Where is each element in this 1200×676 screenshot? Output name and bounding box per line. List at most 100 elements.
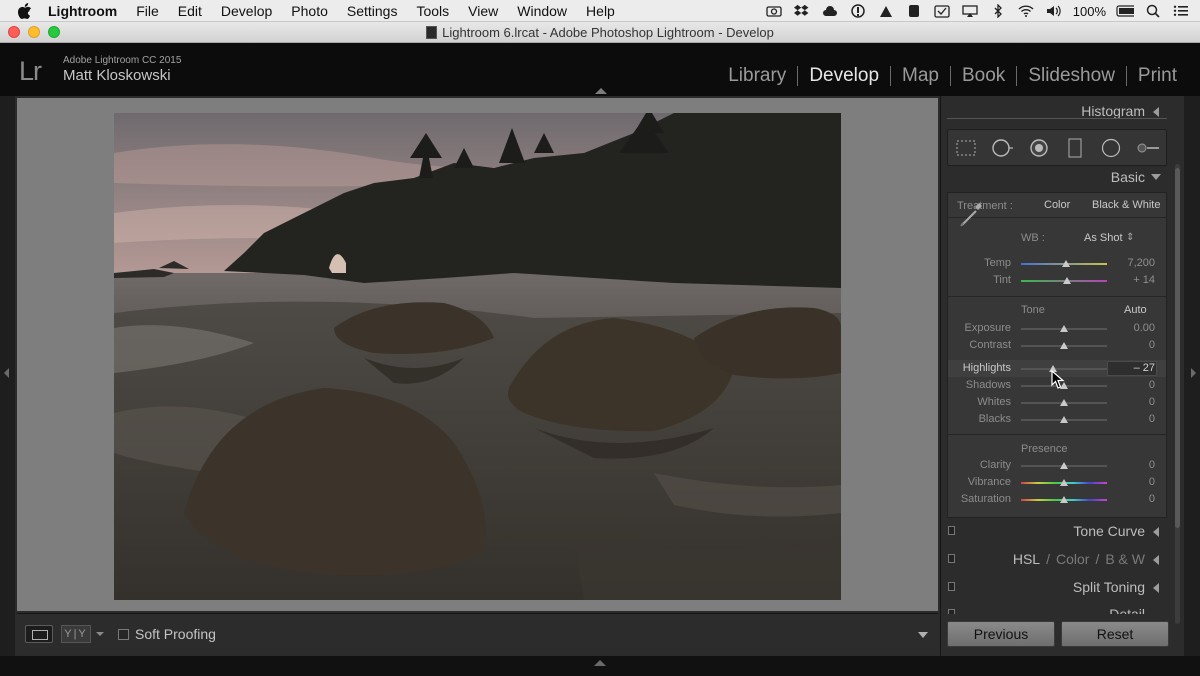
bw-tab[interactable]: B & W bbox=[1105, 551, 1145, 567]
blacks-label: Blacks bbox=[978, 413, 1011, 425]
saturation-value[interactable]: 0 bbox=[1115, 493, 1155, 505]
drive-icon[interactable] bbox=[877, 4, 895, 18]
cloud-icon[interactable] bbox=[821, 4, 839, 18]
dropbox-icon[interactable] bbox=[793, 4, 811, 18]
previous-button[interactable]: Previous bbox=[947, 621, 1055, 647]
shadows-value[interactable]: 0 bbox=[1115, 379, 1155, 391]
toolbar-menu-icon[interactable] bbox=[918, 632, 928, 638]
module-print[interactable]: Print bbox=[1127, 65, 1188, 87]
left-panel-collapsed[interactable] bbox=[0, 96, 15, 656]
saturation-slider-thumb[interactable] bbox=[1060, 496, 1068, 503]
auto-tone-button[interactable]: Auto bbox=[1124, 304, 1147, 316]
clarity-slider-thumb[interactable] bbox=[1060, 462, 1068, 469]
camera-icon[interactable] bbox=[765, 4, 783, 18]
soft-proofing-label[interactable]: Soft Proofing bbox=[135, 626, 216, 642]
apple-menu-icon[interactable] bbox=[16, 2, 34, 19]
panel-switch-icon[interactable] bbox=[948, 609, 955, 614]
before-after-button[interactable]: Y|Y bbox=[61, 625, 91, 643]
contrast-slider-thumb[interactable] bbox=[1060, 342, 1068, 349]
clarity-value[interactable]: 0 bbox=[1115, 459, 1155, 471]
temp-value[interactable]: 7,200 bbox=[1115, 257, 1155, 269]
blacks-value[interactable]: 0 bbox=[1115, 413, 1155, 425]
module-map[interactable]: Map bbox=[891, 65, 950, 87]
battery-icon[interactable] bbox=[1116, 4, 1134, 18]
right-edge[interactable] bbox=[1184, 96, 1200, 656]
whites-value[interactable]: 0 bbox=[1115, 396, 1155, 408]
menu-help[interactable]: Help bbox=[586, 3, 615, 19]
graduated-filter-icon[interactable] bbox=[1064, 137, 1086, 159]
menu-tools[interactable]: Tools bbox=[416, 3, 449, 19]
menu-app-lightroom[interactable]: Lightroom bbox=[48, 3, 117, 19]
basic-header[interactable]: Basic bbox=[947, 169, 1167, 187]
treatment-bw-option[interactable]: Black & White bbox=[1092, 199, 1160, 211]
panel-switch-icon[interactable] bbox=[948, 554, 955, 563]
volume-icon[interactable] bbox=[1045, 4, 1063, 18]
close-window-button[interactable] bbox=[8, 26, 20, 38]
blacks-slider-thumb[interactable] bbox=[1060, 416, 1068, 423]
tint-value[interactable]: + 14 bbox=[1115, 274, 1155, 286]
whites-slider-thumb[interactable] bbox=[1060, 399, 1068, 406]
bluetooth-icon[interactable] bbox=[989, 4, 1007, 18]
zoom-window-button[interactable] bbox=[48, 26, 60, 38]
vibrance-value[interactable]: 0 bbox=[1115, 476, 1155, 488]
filmstrip-collapsed[interactable] bbox=[0, 656, 1200, 676]
tone-curve-header[interactable]: Tone Curve bbox=[947, 523, 1167, 541]
wb-dropdown[interactable]: As Shot bbox=[1084, 232, 1123, 244]
photo-preview[interactable] bbox=[114, 113, 841, 600]
notification-center-icon[interactable] bbox=[1172, 4, 1190, 18]
menu-photo[interactable]: Photo bbox=[291, 3, 328, 19]
right-panel-toggle-icon[interactable] bbox=[1191, 368, 1196, 378]
spotlight-search-icon[interactable] bbox=[1144, 4, 1162, 18]
radial-filter-icon[interactable] bbox=[1100, 137, 1122, 159]
tint-slider-thumb[interactable] bbox=[1063, 277, 1072, 284]
spot-removal-icon[interactable] bbox=[991, 137, 1014, 159]
detail-header[interactable]: Detail bbox=[947, 606, 1167, 614]
menu-file[interactable]: File bbox=[136, 3, 159, 19]
soft-proofing-checkbox[interactable] bbox=[118, 629, 129, 640]
reset-button[interactable]: Reset bbox=[1061, 621, 1169, 647]
top-panel-toggle-icon[interactable] bbox=[595, 88, 607, 94]
panel-switch-icon[interactable] bbox=[948, 582, 955, 591]
module-picker: Library Develop Map Book Slideshow Print bbox=[717, 65, 1188, 87]
menu-develop[interactable]: Develop bbox=[221, 3, 272, 19]
image-canvas[interactable] bbox=[17, 98, 938, 611]
menu-window[interactable]: Window bbox=[517, 3, 567, 19]
airplay-icon[interactable] bbox=[961, 4, 979, 18]
treatment-color-option[interactable]: Color bbox=[1044, 199, 1070, 211]
module-book[interactable]: Book bbox=[951, 65, 1016, 87]
color-tab[interactable]: Color bbox=[1056, 551, 1089, 567]
adjustment-brush-icon[interactable] bbox=[1137, 137, 1159, 159]
minimize-window-button[interactable] bbox=[28, 26, 40, 38]
left-panel-toggle-icon[interactable] bbox=[4, 368, 9, 378]
up-down-arrows-icon[interactable]: ⇕ bbox=[1126, 232, 1134, 243]
panel-switch-icon[interactable] bbox=[948, 526, 955, 535]
temp-slider-thumb[interactable] bbox=[1061, 260, 1070, 267]
highlights-value[interactable]: – 27 bbox=[1115, 362, 1155, 374]
exposure-slider-thumb[interactable] bbox=[1060, 325, 1068, 332]
split-toning-header[interactable]: Split Toning bbox=[947, 579, 1167, 597]
filmstrip-toggle-icon[interactable] bbox=[594, 660, 606, 666]
crop-tool-icon[interactable] bbox=[955, 137, 977, 159]
module-develop[interactable]: Develop bbox=[798, 65, 890, 87]
contrast-value[interactable]: 0 bbox=[1115, 339, 1155, 351]
hsl-header[interactable]: HSL / Color / B & W bbox=[947, 551, 1167, 569]
notes-icon[interactable] bbox=[933, 4, 951, 18]
section-divider bbox=[948, 296, 1166, 297]
menu-edit[interactable]: Edit bbox=[178, 3, 202, 19]
evernote-icon[interactable] bbox=[905, 4, 923, 18]
vibrance-slider-thumb[interactable] bbox=[1060, 479, 1068, 486]
eyedropper-icon[interactable] bbox=[956, 199, 986, 229]
histogram-collapsed bbox=[947, 118, 1167, 123]
module-library[interactable]: Library bbox=[717, 65, 797, 87]
menu-view[interactable]: View bbox=[468, 3, 498, 19]
module-slideshow[interactable]: Slideshow bbox=[1017, 65, 1126, 87]
info-circle-icon[interactable] bbox=[849, 4, 867, 18]
right-panel-scrollbar[interactable] bbox=[1175, 164, 1180, 624]
exposure-value[interactable]: 0.00 bbox=[1115, 322, 1155, 334]
loupe-view-button[interactable] bbox=[25, 625, 53, 643]
hsl-tab[interactable]: HSL bbox=[1013, 551, 1040, 567]
chevron-down-icon[interactable] bbox=[96, 632, 104, 636]
menu-settings[interactable]: Settings bbox=[347, 3, 398, 19]
red-eye-icon[interactable] bbox=[1028, 137, 1050, 159]
wifi-icon[interactable] bbox=[1017, 4, 1035, 18]
